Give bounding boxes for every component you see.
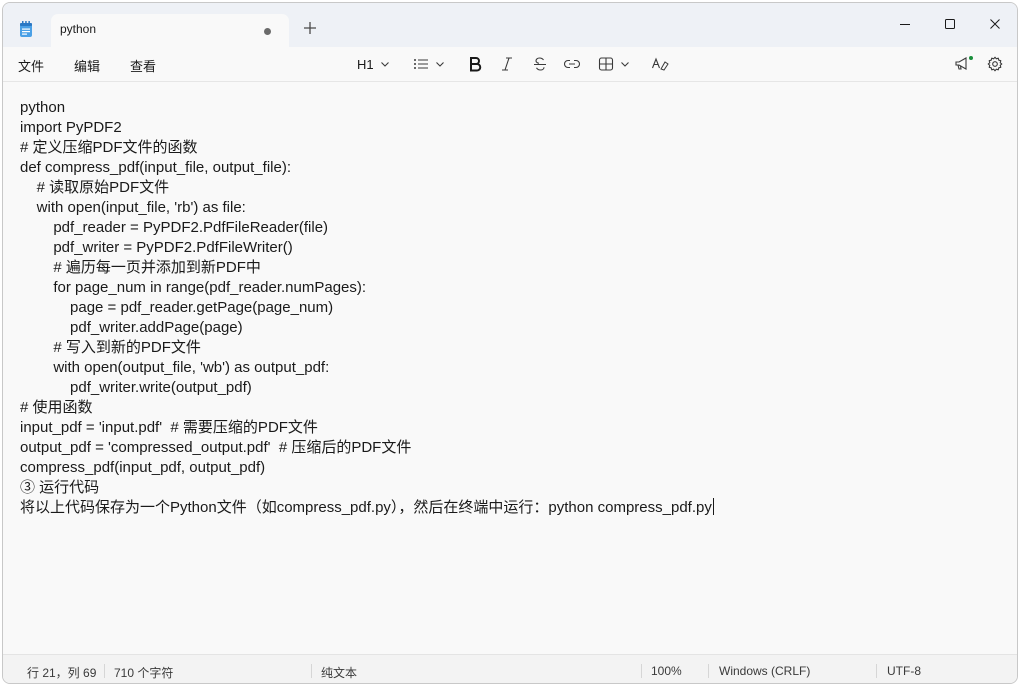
tab-title: python [60,22,97,36]
editor-line: python [20,99,66,116]
strikethrough-button[interactable] [532,53,548,75]
notepad-app-icon [17,20,35,38]
zoom-level[interactable]: 100% [651,664,682,678]
text-format[interactable]: 纯文本 [321,664,357,681]
editor-line: with open(output_file, 'wb') as output_p… [20,359,330,376]
editor-line-text: 将以上代码保存为一个Python文件（如compress_pdf.py），然后在… [20,499,712,516]
menu-edit[interactable]: 编辑 [74,56,100,75]
menu-view[interactable]: 查看 [130,56,156,75]
italic-icon [502,57,512,71]
editor-line: for page_num in range(pdf_reader.numPage… [20,279,367,296]
close-icon [990,19,1000,29]
status-bar: 行 21，列 69 710 个字符 纯文本 100% Windows (CRLF… [3,654,1017,683]
minimize-icon [900,24,910,25]
clear-format-icon [651,57,669,71]
editor-line: output_pdf = 'compressed_output.pdf' # 压… [20,439,412,456]
character-count: 710 个字符 [114,666,174,680]
menu-file[interactable]: 文件 [18,56,44,75]
tab-python[interactable]: python [51,14,289,47]
bold-icon [470,57,482,72]
editor-line: with open(input_file, 'rb') as file: [20,199,246,216]
editor-line: page = pdf_reader.getPage(page_num) [20,299,334,316]
status-divider [641,664,642,678]
unsaved-indicator-icon[interactable] [264,28,271,35]
status-divider [876,664,877,678]
italic-button[interactable] [500,53,514,75]
list-button[interactable] [413,53,445,75]
text-editor[interactable]: python import PyPDF2 # 定义压缩PDF文件的函数 def … [3,82,1017,654]
heading-label: H1 [357,56,374,72]
clear-formatting-button[interactable] [651,53,669,75]
chevron-down-icon [621,62,629,67]
editor-line: # 读取原始PDF文件 [20,179,170,196]
maximize-icon [945,19,955,29]
text-caret [712,498,714,515]
list-icon [414,59,428,69]
status-divider [311,664,312,678]
editor-line: # 遍历每一页并添加到新PDF中 [20,259,261,276]
editor-line: input_pdf = 'input.pdf' # 需要压缩的PDF文件 [20,419,318,436]
editor-line: import PyPDF2 [20,119,122,136]
editor-line: def compress_pdf(input_file, output_file… [20,159,291,176]
editor-line: pdf_writer = PyPDF2.PdfFileWriter() [20,239,293,256]
new-tab-button[interactable] [301,19,319,37]
settings-button[interactable] [987,53,1003,75]
editor-line: pdf_writer.addPage(page) [20,319,243,336]
editor-line: # 使用函数 [20,399,93,416]
editor-line: pdf_writer.write(output_pdf) [20,379,252,396]
editor-content[interactable]: python import PyPDF2 # 定义压缩PDF文件的函数 def … [20,98,714,518]
maximize-button[interactable] [928,9,972,39]
chevron-down-icon [380,62,389,67]
megaphone-icon [955,56,973,70]
minimize-button[interactable] [883,9,927,39]
table-button[interactable] [598,53,630,75]
editor-line-last: 将以上代码保存为一个Python文件（如compress_pdf.py），然后在… [20,498,714,518]
editor-line: # 定义压缩PDF文件的函数 [20,139,198,156]
line-ending[interactable]: Windows (CRLF) [719,664,810,678]
table-icon [598,57,614,71]
editor-line: pdf_reader = PyPDF2.PdfFileReader(file) [20,219,329,236]
notepad-window: python 文件 编辑 查看 H1 python import PyPDF2 … [2,2,1018,684]
status-divider [104,664,105,678]
plus-icon [304,22,316,34]
encoding[interactable]: UTF-8 [887,664,921,678]
bold-button[interactable] [468,53,482,75]
editor-line: compress_pdf(input_pdf, output_pdf) [20,459,266,476]
cursor-position: 行 21，列 69 [27,666,97,680]
menu-bar: 文件 编辑 查看 H1 [3,47,1017,82]
editor-line: # 写入到新的PDF文件 [20,339,201,356]
title-bar: python [3,3,1017,47]
gear-icon [987,56,1003,72]
chevron-down-icon [436,62,444,67]
link-button[interactable] [563,53,581,75]
close-button[interactable] [973,9,1017,39]
heading-dropdown[interactable]: H1 [357,53,390,75]
link-icon [563,59,581,69]
status-divider [708,664,709,678]
editor-line: ③ 运行代码 [20,479,100,496]
strikethrough-icon [534,57,546,71]
whats-new-button[interactable] [953,53,975,75]
